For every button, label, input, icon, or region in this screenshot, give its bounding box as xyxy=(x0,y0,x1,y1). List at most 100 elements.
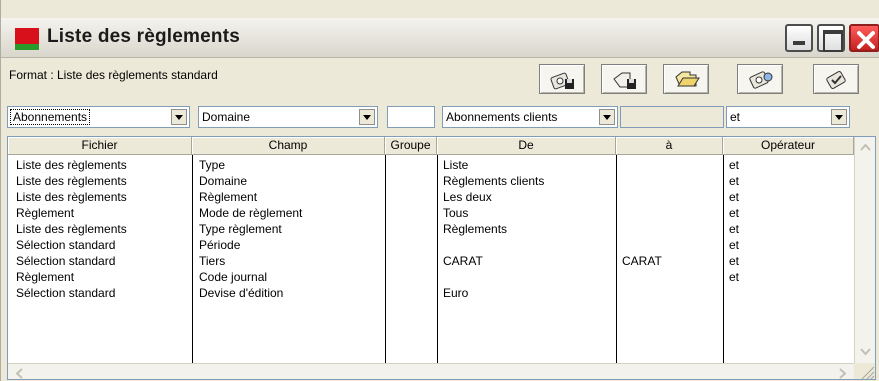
a-input[interactable] xyxy=(620,106,724,128)
reglements-table[interactable]: Fichier Champ Groupe De à Opérateur List… xyxy=(7,136,876,380)
chevron-down-icon[interactable] xyxy=(359,109,375,125)
table-row[interactable]: Sélection standard Tiers CARAT CARAT et xyxy=(8,253,854,269)
title-bar[interactable]: Liste des règlements xyxy=(1,18,879,58)
cell-champ: Devise d'édition xyxy=(199,286,284,300)
chevron-down-icon[interactable] xyxy=(171,109,187,125)
cell-a xyxy=(622,173,720,189)
cell-fichier: Liste des règlements xyxy=(16,222,127,236)
chevron-down-icon[interactable] xyxy=(599,109,615,125)
cell-de: Règlements clients xyxy=(443,174,545,188)
cell-fichier: Sélection standard xyxy=(16,254,116,268)
column-header-a[interactable]: à xyxy=(616,137,723,155)
cell-fichier: Liste des règlements xyxy=(16,190,127,204)
cell-groupe xyxy=(392,189,434,205)
cell-a xyxy=(622,285,720,301)
format-settings-button[interactable] xyxy=(737,64,783,94)
maximize-button[interactable] xyxy=(817,24,845,52)
cell-de: Les deux xyxy=(443,190,492,204)
cell-de: CARAT xyxy=(443,254,483,268)
save-as-format-icon xyxy=(613,72,636,89)
app-logo-icon xyxy=(15,28,39,50)
cell-fichier: Sélection standard xyxy=(16,286,116,300)
minimize-button[interactable] xyxy=(785,24,813,52)
cell-de: Tous xyxy=(443,206,469,220)
table-row[interactable]: Liste des règlements Type Liste et xyxy=(8,157,854,173)
close-button[interactable] xyxy=(849,24,879,52)
validate-format-icon xyxy=(826,71,846,89)
format-toolbar: Format : Liste des règlements standard xyxy=(7,62,875,98)
chevron-down-icon xyxy=(860,348,871,356)
groupe-input[interactable] xyxy=(387,106,435,128)
cell-operateur: et xyxy=(729,254,740,268)
table-row[interactable]: Règlement Mode de règlement Tous et xyxy=(8,205,854,221)
scroll-left-button[interactable] xyxy=(10,365,27,379)
scroll-right-button[interactable] xyxy=(834,365,851,379)
cell-champ: Code journal xyxy=(199,270,268,284)
cell-groupe xyxy=(392,221,434,237)
table-row[interactable]: Sélection standard Devise d'édition Euro xyxy=(8,285,854,301)
cell-de: Liste xyxy=(443,158,469,172)
cell-groupe xyxy=(392,205,434,221)
table-row[interactable]: Liste des règlements Règlement Les deux … xyxy=(8,189,854,205)
champ-select[interactable]: Domaine xyxy=(198,106,378,128)
fichier-select[interactable]: Abonnements xyxy=(7,106,190,128)
cell-champ: Tiers xyxy=(199,254,226,268)
save-format-icon xyxy=(550,72,574,90)
close-icon xyxy=(857,31,875,49)
scroll-up-button[interactable] xyxy=(857,139,874,156)
column-header-groupe[interactable]: Groupe xyxy=(385,137,437,155)
fichier-select-value: Abonnements xyxy=(9,109,91,125)
table-row[interactable]: Sélection standard Période et xyxy=(8,237,854,253)
chevron-up-icon xyxy=(860,143,871,151)
cell-champ: Type xyxy=(199,158,226,172)
cell-a xyxy=(622,237,720,253)
scroll-down-button[interactable] xyxy=(857,344,874,361)
cell-de xyxy=(443,237,613,253)
de-select-value: Abonnements clients xyxy=(446,110,558,124)
table-row[interactable]: Liste des règlements Domaine Règlements … xyxy=(8,173,854,189)
cell-a xyxy=(622,269,720,285)
window-title: Liste des règlements xyxy=(47,26,241,47)
cell-operateur: et xyxy=(729,222,740,236)
column-header-champ[interactable]: Champ xyxy=(192,137,385,155)
column-header-de[interactable]: De xyxy=(437,137,616,155)
open-format-button[interactable] xyxy=(663,64,709,94)
cell-a xyxy=(622,205,720,221)
open-format-icon xyxy=(675,71,700,87)
cell-a xyxy=(622,189,720,205)
table-row[interactable]: Liste des règlements Type règlement Règl… xyxy=(8,221,854,237)
format-label: Format : Liste des règlements standard xyxy=(9,68,218,82)
save-as-format-button[interactable] xyxy=(601,64,647,94)
chevron-right-icon xyxy=(839,368,847,379)
operateur-select[interactable]: et xyxy=(726,106,850,128)
de-select[interactable]: Abonnements clients xyxy=(442,106,618,128)
table-row[interactable]: Règlement Code journal et xyxy=(8,269,854,285)
cell-a: CARAT xyxy=(622,254,662,268)
cell-a xyxy=(622,221,720,237)
cell-groupe xyxy=(392,237,434,253)
format-settings-icon xyxy=(749,71,773,89)
cell-de: Euro xyxy=(443,286,469,300)
validate-format-button[interactable] xyxy=(813,64,859,94)
column-header-operateur[interactable]: Opérateur xyxy=(723,137,854,155)
cell-groupe xyxy=(392,285,434,301)
cell-fichier: Sélection standard xyxy=(16,238,116,252)
horizontal-scrollbar[interactable] xyxy=(8,363,854,379)
chevron-left-icon xyxy=(15,368,23,379)
save-format-button[interactable] xyxy=(539,64,585,94)
cell-champ: Domaine xyxy=(199,174,248,188)
cell-a xyxy=(622,157,720,173)
vertical-scrollbar[interactable] xyxy=(854,137,875,363)
filter-row: Abonnements Domaine Abonnements clients … xyxy=(7,106,875,128)
window: Liste des règlements Format : Liste des … xyxy=(0,0,879,381)
cell-de xyxy=(443,269,613,285)
cell-de: Règlements xyxy=(443,222,508,236)
cell-operateur: et xyxy=(729,238,740,252)
column-header-fichier[interactable]: Fichier xyxy=(8,137,192,155)
cell-operateur: et xyxy=(729,270,740,284)
cell-operateur: et xyxy=(729,190,740,204)
cell-groupe xyxy=(392,173,434,189)
chevron-down-icon[interactable] xyxy=(831,109,847,125)
cell-champ: Règlement xyxy=(199,190,258,204)
resize-grip-icon[interactable] xyxy=(854,363,875,379)
